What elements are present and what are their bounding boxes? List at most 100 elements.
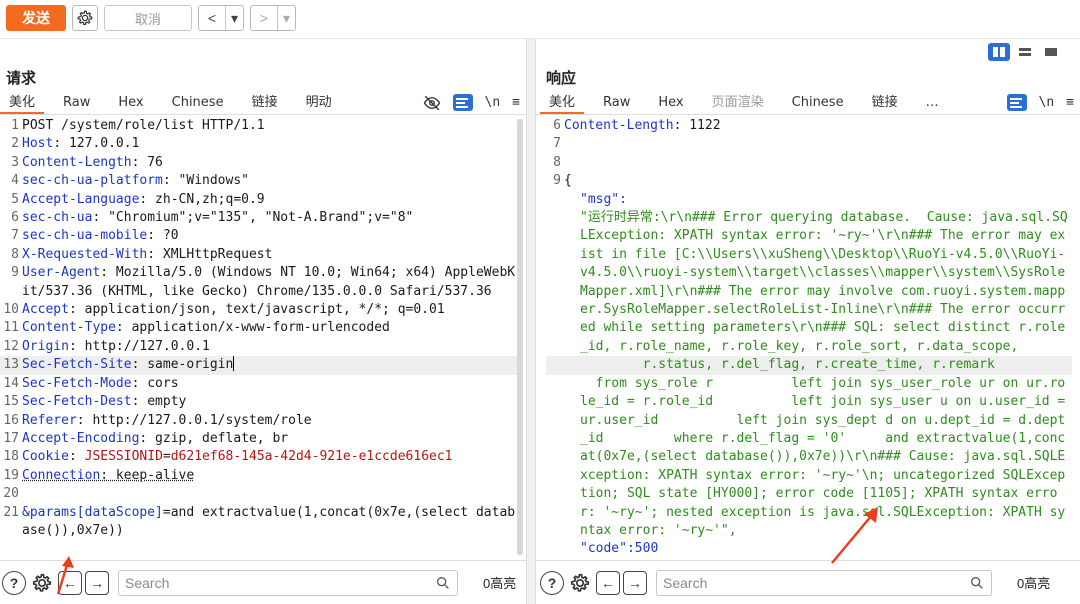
split-columns-icon[interactable] (988, 43, 1010, 61)
gear-icon[interactable] (567, 570, 593, 596)
code-line: 19 Connection: keep-alive (3, 467, 195, 483)
highlight-count: 0高亮 (1017, 576, 1051, 591)
response-tabs: 美化 Raw Hex 页面渲染 Chinese 链接 … \n ≡ (536, 91, 1080, 115)
header-key: Host (22, 136, 54, 152)
request-title: 请求 (6, 69, 37, 87)
split-rows-icon[interactable] (1014, 43, 1036, 61)
top-toolbar: 发送 取消 < ▾ > ▾ (0, 0, 1080, 36)
tab-links[interactable]: 链接 (863, 91, 907, 114)
cookie-name: JSESSIONID (84, 449, 163, 465)
back-history-dropdown[interactable]: ▾ (225, 6, 243, 30)
code-line: 6 Content-Length: 1122 (553, 118, 721, 133)
response-editor[interactable]: 6 Content-Length: 1122 7 8 9{ "msg": "运行时… (546, 117, 1072, 557)
back-button[interactable]: < (199, 6, 225, 30)
tab-chinese[interactable]: Chinese (783, 95, 853, 114)
response-tab-tools: \n ≡ (1006, 94, 1074, 111)
code-line-highlighted: 13 Sec-Fetch-Site: same-origin (0, 356, 520, 375)
tab-raw[interactable]: Raw (54, 95, 99, 114)
settings-button[interactable] (72, 5, 98, 31)
code-line: 18 Cookie: JSESSIONID=d621ef68-145a-42d4-… (3, 449, 453, 465)
tab-chinese[interactable]: Chinese (163, 95, 233, 114)
next-match-button[interactable]: → (623, 570, 647, 595)
tab-render[interactable]: 页面渲染 (703, 91, 773, 114)
layout-toggle (988, 43, 1062, 61)
tab-pretty[interactable]: 美化 (540, 91, 585, 114)
cancel-button[interactable]: 取消 (104, 5, 192, 31)
help-icon[interactable]: ? (2, 570, 26, 595)
request-tab-tools: \n ≡ (423, 94, 520, 111)
json-msg-line: "msg": (546, 191, 1072, 209)
code-line: 15 Sec-Fetch-Dest: empty (3, 394, 187, 410)
chevron-left-icon: < (207, 10, 217, 26)
menu-icon[interactable]: ≡ (1066, 95, 1074, 110)
arrow-right-icon: → (90, 574, 104, 591)
search-placeholder: Search (125, 574, 170, 591)
eye-off-icon[interactable] (423, 95, 441, 111)
request-search-input[interactable]: Search (118, 569, 458, 596)
previous-match-button[interactable]: ← (596, 570, 620, 595)
code-line: 7 (553, 136, 561, 152)
chevron-down-icon: ▾ (230, 9, 239, 26)
code-line: 8 X-Requested-With: XMLHttpRequest (11, 246, 273, 262)
newline-toggle[interactable]: \n (485, 95, 501, 110)
tab-hex[interactable]: Hex (649, 95, 692, 114)
code-line: 6 sec-ch-ua: "Chromium";v="135", "Not-A.B… (11, 210, 414, 226)
json-key-code: "code": (580, 541, 635, 557)
gear-icon (77, 10, 93, 25)
highlight-count: 0高亮 (483, 576, 517, 591)
tab-raw[interactable]: Raw (594, 95, 639, 114)
text-cursor (233, 356, 235, 372)
gear-icon[interactable] (29, 570, 55, 596)
forward-button[interactable]: > (251, 6, 277, 30)
request-panel: 请求 美化 Raw Hex Chinese 链接 明动 \n ≡ 1 POST /… (0, 39, 526, 604)
code-line: 8 (553, 154, 561, 170)
code-line: 3 Content-Length: 76 (11, 154, 163, 170)
word-wrap-icon[interactable] (452, 94, 473, 111)
request-scrollbar[interactable] (517, 119, 523, 555)
code-line: 1 POST /system/role/list HTTP/1.1 (11, 118, 265, 133)
json-code-line: "code":500 (546, 540, 1072, 557)
param-name: &params[dataScope] (22, 504, 163, 520)
cookie-value: d621ef68-145a-42d4-921e-e1ccde616ec1 (170, 449, 453, 465)
newline-toggle[interactable]: \n (1039, 95, 1055, 110)
code-line: 9{ (553, 173, 572, 189)
help-icon[interactable]: ? (540, 570, 564, 595)
arrow-left-icon: ← (601, 574, 615, 591)
previous-match-button[interactable]: ← (58, 570, 82, 595)
tab-plaintext[interactable]: 明动 (297, 91, 341, 114)
word-wrap-icon[interactable] (1006, 94, 1027, 111)
response-search-input[interactable]: Search (656, 569, 992, 596)
tab-links[interactable]: 链接 (243, 91, 287, 114)
search-placeholder: Search (663, 574, 708, 591)
arrow-right-icon: → (628, 574, 642, 591)
send-button[interactable]: 发送 (6, 5, 66, 31)
json-key-msg: "msg": (580, 191, 627, 207)
forward-history-dropdown[interactable]: ▾ (277, 6, 295, 30)
json-msg-value-highlight: r.status, r.del_flag, r.create_time, r.r… (546, 356, 1072, 375)
request-bottom-bar: ? ← → Search 0高亮 (0, 560, 526, 604)
code-line: 7 sec-ch-ua-mobile: ?0 (11, 228, 179, 244)
tab-more[interactable]: … (917, 95, 948, 114)
request-editor[interactable]: 1 POST /system/role/list HTTP/1.1 2 Host: … (0, 117, 520, 557)
tab-pretty[interactable]: 美化 (0, 91, 45, 114)
code-line: 12 Origin: http://127.0.0.1 (3, 338, 210, 354)
json-msg-value: "运行时异常:\r\n### Error querying database. … (580, 210, 1068, 354)
menu-icon[interactable]: ≡ (512, 95, 520, 110)
response-title: 响应 (546, 69, 577, 87)
code-line: 17 Accept-Encoding: gzip, deflate, br (3, 430, 289, 446)
response-bottom-bar: ? ← → Search 0高亮 (536, 560, 1080, 604)
back-nav-group: < ▾ (198, 5, 244, 31)
tab-hex[interactable]: Hex (109, 95, 152, 114)
code-line: 20 (3, 486, 19, 502)
code-line-body: 21 &params[dataScope]=and extractvalue(1,… (3, 504, 516, 538)
single-view-icon[interactable] (1040, 43, 1062, 61)
code-line: 4 sec-ch-ua-platform: "Windows" (11, 173, 249, 189)
code-line: 16 Referer: http://127.0.0.1/system/role (3, 412, 312, 428)
code-line: 2 Host: 127.0.0.1 (11, 136, 140, 152)
json-code-value: 500 (634, 541, 659, 557)
code-line: 5 Accept-Language: zh-CN,zh;q=0.9 (11, 191, 265, 207)
next-match-button[interactable]: → (85, 570, 109, 595)
search-icon (971, 576, 983, 589)
panel-splitter[interactable] (526, 39, 536, 604)
code-line: 10 Accept: application/json, text/javascr… (3, 302, 445, 318)
